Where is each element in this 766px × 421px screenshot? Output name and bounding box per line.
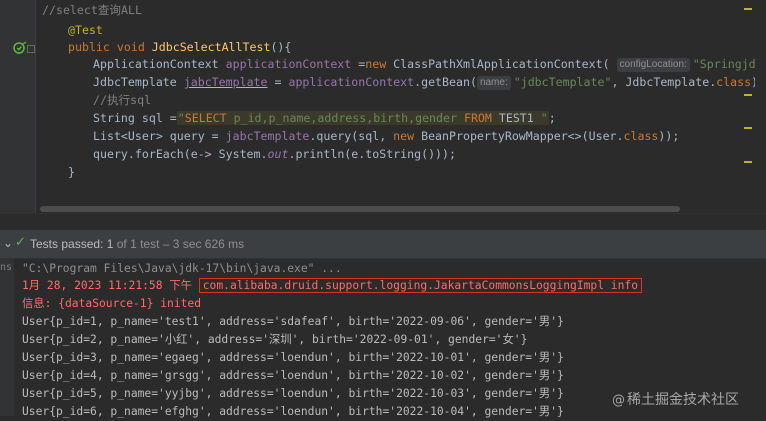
run-test-icon[interactable] (13, 40, 27, 54)
warning-marker[interactable] (744, 8, 752, 10)
console-log-line: 1月 28, 2023 11:21:58 下午 com.alibaba.drui… (22, 277, 643, 295)
console-info-line: 信息: {dataSource-1} inited (22, 297, 202, 310)
highlighted-log-class: com.alibaba.druid.support.logging.Jakart… (198, 278, 643, 293)
warning-marker[interactable] (744, 161, 752, 163)
warning-marker[interactable] (744, 94, 752, 96)
console-row: User{p_id=4, p_name='grsgg', address='lo… (22, 369, 564, 382)
console-row: User{p_id=3, p_name='egaeg', address='lo… (22, 351, 564, 364)
editor-horizontal-scrollbar[interactable] (40, 206, 680, 212)
code-line-close-brace: } (68, 165, 75, 179)
chevron-down-icon[interactable]: ⌄ (3, 236, 13, 250)
editor-vertical-scrollbar[interactable] (755, 0, 766, 213)
param-hint: name: (476, 76, 511, 90)
check-icon: ✓ (15, 235, 26, 250)
watermark: @ 稀土掘金技术社区 (612, 392, 739, 408)
code-editor[interactable]: //select查询ALL @Test public void JdbcSele… (0, 0, 766, 213)
gutter-tag: ns (0, 262, 13, 273)
console-row: User{p_id=6, p_name='efghg', address='lo… (22, 405, 564, 418)
console-gutter: ns (0, 259, 14, 416)
code-line-jdbc-template: JdbcTemplate jabcTemplate = applicationC… (93, 75, 765, 90)
warning-marker[interactable] (744, 127, 752, 129)
console-row: User{p_id=5, p_name='yyjbg', address='lo… (22, 387, 564, 400)
code-line-comment: //select查询ALL (42, 3, 142, 17)
code-line-foreach: query.forEach(e-> System.out.println(e.t… (93, 147, 456, 161)
fold-marker-icon[interactable] (27, 45, 35, 53)
console-row: User{p_id=2, p_name='小红', address='深圳', … (22, 333, 528, 346)
editor-gutter (0, 0, 36, 213)
test-result-summary: Tests passed: 1 of 1 test – 3 sec 626 ms (30, 237, 245, 251)
console-command[interactable]: "C:\Program Files\Java\jdk-17\bin\java.e… (22, 260, 342, 278)
test-status-bar: ⌄ ✓ Tests passed: 1 of 1 test – 3 sec 62… (0, 230, 766, 259)
panel-divider[interactable] (0, 213, 766, 230)
console-row: User{p_id=1, p_name='test1', address='sd… (22, 315, 564, 328)
param-hint: configLocation: (616, 58, 690, 72)
